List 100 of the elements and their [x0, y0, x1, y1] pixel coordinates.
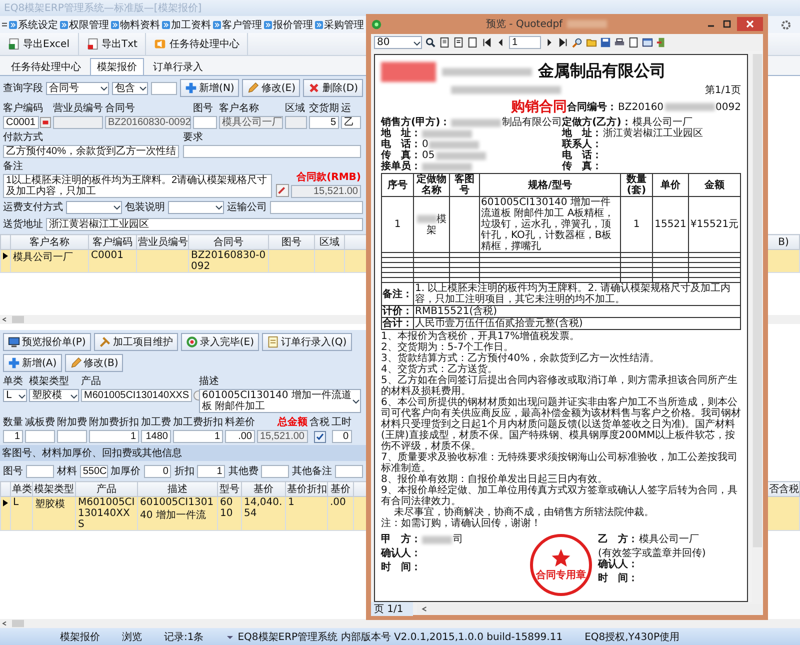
menu-item[interactable]: 报价管理: [264, 18, 313, 32]
menu-item[interactable]: 加工资料: [162, 18, 211, 32]
horizontal-scrollbar[interactable]: [0, 619, 800, 628]
text-field[interactable]: 15,521.00: [257, 430, 308, 443]
first-page-icon[interactable]: [481, 37, 492, 48]
text-field[interactable]: [335, 464, 363, 478]
page-icon[interactable]: [453, 37, 464, 48]
page-icon[interactable]: [439, 37, 450, 48]
text-field[interactable]: 1: [89, 430, 139, 443]
text-field[interactable]: 1: [173, 430, 223, 443]
text-field[interactable]: [183, 145, 361, 158]
text-field[interactable]: 1480: [141, 430, 171, 443]
table-cell: 1: [382, 196, 414, 252]
text-field[interactable]: C0001: [3, 116, 39, 129]
terms-text: 3、货款结算方式：乙方预付40%，余款货到乙方一次性结清。: [381, 353, 661, 364]
zoom-dropdown[interactable]: 80: [374, 36, 422, 49]
text-field[interactable]: [57, 430, 87, 443]
toolbar-button[interactable]: 预览报价单(P): [3, 333, 91, 351]
field-label: 电 话：: [381, 139, 421, 150]
chevron-icon: [162, 20, 170, 28]
close-icon[interactable]: [737, 17, 763, 31]
field-value: 0092: [716, 102, 741, 112]
text-area[interactable]: 1以上模胚未注明的板件均为王牌料。2请确认模架规格尺寸及加工内容，只加工: [3, 174, 272, 198]
text-field[interactable]: 1: [3, 430, 23, 443]
field-label: 定做方(乙方)：: [562, 117, 632, 128]
page-field[interactable]: 1: [509, 36, 541, 49]
toolbar-button[interactable]: 导出Excel: [0, 33, 78, 55]
field-value: 模具公司一厂: [632, 117, 692, 128]
toolbar-button[interactable]: 新增(N): [180, 79, 240, 97]
text-field[interactable]: .00: [225, 430, 255, 443]
dropdown[interactable]: 包含: [112, 82, 148, 94]
column-header: 区域: [314, 234, 344, 250]
tab[interactable]: 订单行录入: [146, 58, 210, 75]
text-field[interactable]: 乙: [341, 116, 361, 129]
document-icon: [86, 38, 98, 50]
print-icon[interactable]: [614, 37, 625, 48]
app-icon: [371, 18, 382, 30]
menu-item[interactable]: 系统设定: [9, 18, 58, 32]
x-icon: [308, 82, 320, 94]
menu-item[interactable]: 权限管理: [60, 18, 109, 32]
toolbar-button[interactable]: 修改(B): [64, 354, 124, 372]
text-field[interactable]: 1: [197, 464, 226, 478]
plus-icon: [8, 357, 20, 369]
toolbar-button[interactable]: 加工项目维护: [94, 333, 178, 351]
field-label: 其他费: [228, 464, 258, 478]
search-field[interactable]: [150, 82, 178, 94]
text-field[interactable]: M601005CI130140XXS: [81, 389, 192, 402]
field-label: 合同款(RMB): [296, 170, 361, 184]
tab[interactable]: 模架报价: [90, 58, 144, 75]
exit-icon[interactable]: [656, 37, 667, 48]
terms-text: 8、报价单有效期：自报价单发出日起三日内有效。: [381, 474, 608, 485]
zoom-icon[interactable]: [572, 37, 583, 48]
tab[interactable]: 任务待处理中心: [4, 58, 88, 75]
edit-icon[interactable]: [276, 184, 289, 197]
dropdown[interactable]: 塑胶模: [29, 389, 79, 402]
table-cell: 14,040.54: [242, 496, 286, 530]
dropdown[interactable]: 601005CI130140 增加一件流道板 附邮件加工: [199, 389, 361, 413]
text-field[interactable]: 15,521.00: [291, 185, 361, 198]
save-icon[interactable]: [600, 37, 611, 48]
text-field[interactable]: 乙方预付40%，余款货到乙方一次性结: [3, 145, 179, 158]
field-label: 区域: [285, 102, 306, 115]
last-page-icon[interactable]: [558, 37, 569, 48]
text-field[interactable]: [270, 200, 363, 214]
menu-item[interactable]: 客户管理: [213, 18, 262, 32]
text-field[interactable]: 浙江黄岩椒江工业园区: [46, 218, 363, 230]
dropdown[interactable]: L: [3, 389, 27, 402]
table-cell: BZ20160830-0092: [188, 250, 268, 272]
field-label: 含税: [310, 416, 330, 429]
toolbar-button[interactable]: 任务待处理中心: [146, 33, 248, 55]
page-icon[interactable]: [467, 37, 478, 48]
text-field[interactable]: 5: [309, 116, 339, 129]
toolbar-button[interactable]: 删除(D): [303, 79, 363, 97]
text-field[interactable]: 550C: [80, 464, 108, 478]
table-cell: 塑胶模: [32, 496, 76, 530]
page-icon[interactable]: [628, 37, 639, 48]
field-label: 数量: [3, 416, 23, 429]
search-icon[interactable]: [425, 37, 436, 48]
text-field[interactable]: [25, 430, 55, 443]
toolbar-button[interactable]: 导出Txt: [78, 33, 146, 55]
menu-item[interactable]: 物料资料: [111, 18, 160, 32]
toolbar-button[interactable]: 新增(A): [3, 354, 62, 372]
text-field[interactable]: 0: [144, 464, 172, 478]
column-header: B): [768, 234, 800, 250]
text-field[interactable]: [193, 116, 217, 129]
table-cell: M601005CI130140XXS: [76, 496, 138, 530]
toolbar-button[interactable]: 录入完毕(E): [180, 333, 259, 351]
table-cell: 6010: [218, 496, 242, 530]
text-field[interactable]: [261, 464, 290, 478]
dropdown[interactable]: 合同号: [46, 82, 109, 94]
window-icon[interactable]: [642, 37, 653, 48]
checkbox[interactable]: [314, 430, 326, 442]
field-label: 确认人：: [598, 559, 638, 570]
toolbar-button[interactable]: 修改(E): [242, 79, 300, 97]
text-field[interactable]: [26, 464, 54, 478]
menu-item[interactable]: 采购管理: [315, 18, 364, 32]
maximize-icon[interactable]: [721, 18, 733, 30]
toolbar-button[interactable]: 订单行录入(Q): [262, 333, 352, 351]
folder-icon[interactable]: [586, 37, 597, 48]
table-cell: 1. 以上模胚未注明的板件均为王牌料。2. 请确认模架规格尺寸及加工内容，只加工注明项目，其它未注明的均不加工。: [414, 282, 740, 306]
text-field[interactable]: 0: [332, 430, 352, 443]
